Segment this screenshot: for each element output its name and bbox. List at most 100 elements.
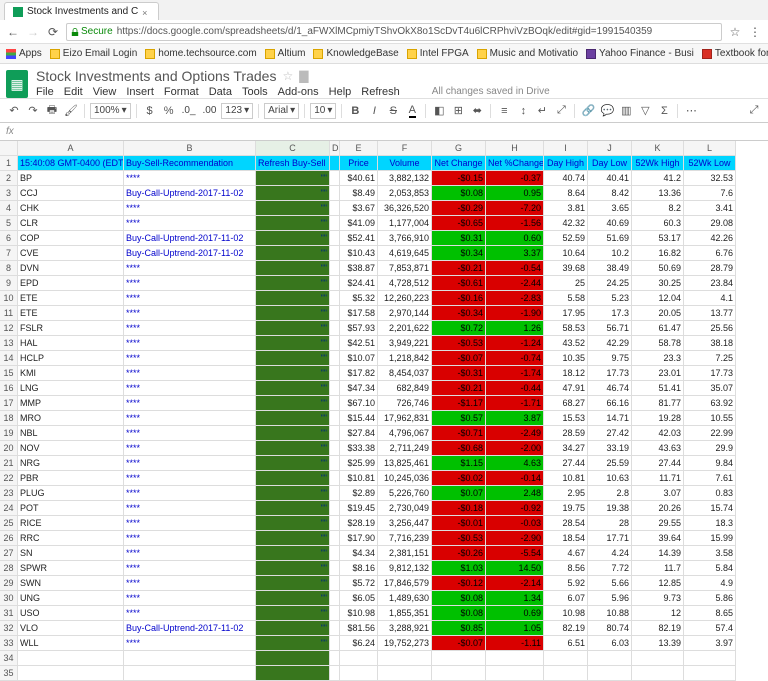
day-low-cell[interactable]: 10.2 <box>588 246 632 261</box>
empty-cell[interactable] <box>124 651 256 666</box>
price-cell[interactable]: $52.41 <box>340 231 378 246</box>
volume-cell[interactable]: 36,326,520 <box>378 201 432 216</box>
recommendation-cell[interactable]: **** <box>124 216 256 231</box>
symbol-cell[interactable]: HCLP <box>18 351 124 366</box>
day-low-cell[interactable]: 6.03 <box>588 636 632 651</box>
week52-low-cell[interactable]: 0.83 <box>684 486 736 501</box>
net-change-cell[interactable]: -$0.15 <box>432 171 486 186</box>
net-change-cell[interactable]: $0.57 <box>432 411 486 426</box>
star-document-icon[interactable]: ☆ <box>282 69 293 83</box>
row-header[interactable]: 20 <box>0 441 18 456</box>
symbol-cell[interactable]: MRO <box>18 411 124 426</box>
day-high-cell[interactable]: 25 <box>544 276 588 291</box>
wrap-icon[interactable]: ↵ <box>534 103 550 119</box>
price-cell[interactable]: $19.45 <box>340 501 378 516</box>
row-header[interactable]: 28 <box>0 561 18 576</box>
net-pct-change-cell[interactable]: 1.05 <box>486 621 544 636</box>
row-header[interactable]: 27 <box>0 546 18 561</box>
row-header[interactable]: 10 <box>0 291 18 306</box>
row-header[interactable]: 13 <box>0 336 18 351</box>
day-low-cell[interactable]: 7.72 <box>588 561 632 576</box>
day-high-cell[interactable]: 10.81 <box>544 471 588 486</box>
week52-low-cell[interactable]: 25.56 <box>684 321 736 336</box>
print-icon[interactable]: 🖶 <box>44 103 60 119</box>
row-header[interactable]: 16 <box>0 381 18 396</box>
net-pct-change-cell[interactable]: -2.00 <box>486 441 544 456</box>
net-pct-change-cell[interactable]: 0.69 <box>486 606 544 621</box>
price-cell[interactable]: $33.38 <box>340 441 378 456</box>
filter-icon[interactable]: ▽ <box>637 103 653 119</box>
day-low-cell[interactable]: 38.49 <box>588 261 632 276</box>
net-change-cell[interactable]: $1.03 <box>432 561 486 576</box>
week52-low-cell[interactable]: 32.53 <box>684 171 736 186</box>
day-low-cell[interactable]: 33.19 <box>588 441 632 456</box>
net-change-cell[interactable]: $0.08 <box>432 606 486 621</box>
week52-high-cell[interactable]: 14.39 <box>632 546 684 561</box>
week52-low-cell[interactable]: 3.41 <box>684 201 736 216</box>
net-pct-change-cell[interactable]: -0.54 <box>486 261 544 276</box>
fill-color-icon[interactable]: ◧ <box>431 103 447 119</box>
buy-sell-cell[interactable]: "" <box>256 276 330 291</box>
empty-cell[interactable] <box>256 651 330 666</box>
week52-low-cell[interactable]: 29.9 <box>684 441 736 456</box>
apps-button[interactable]: Apps <box>6 48 42 59</box>
column-header[interactable]: H <box>486 141 544 156</box>
price-cell[interactable]: $67.10 <box>340 396 378 411</box>
volume-cell[interactable]: 4,796,067 <box>378 426 432 441</box>
buy-sell-cell[interactable]: "" <box>256 291 330 306</box>
recommendation-cell[interactable]: **** <box>124 276 256 291</box>
net-pct-change-cell[interactable]: -1.90 <box>486 306 544 321</box>
buy-sell-cell[interactable]: "" <box>256 186 330 201</box>
column-header[interactable]: D <box>330 141 340 156</box>
buy-sell-cell[interactable]: "" <box>256 606 330 621</box>
empty-cell[interactable] <box>256 666 330 681</box>
buy-sell-cell[interactable]: "" <box>256 351 330 366</box>
strike-icon[interactable]: S <box>385 103 401 119</box>
symbol-cell[interactable]: CVE <box>18 246 124 261</box>
buy-sell-cell[interactable]: "" <box>256 246 330 261</box>
week52-low-cell[interactable]: 7.25 <box>684 351 736 366</box>
buy-sell-cell[interactable]: "" <box>256 381 330 396</box>
net-change-cell[interactable]: -$0.16 <box>432 291 486 306</box>
symbol-cell[interactable]: CHK <box>18 201 124 216</box>
expand-icon[interactable]: ⤢ <box>746 103 762 119</box>
net-pct-change-cell[interactable]: -0.44 <box>486 381 544 396</box>
day-high-cell[interactable]: 58.53 <box>544 321 588 336</box>
week52-low-cell[interactable]: 4.1 <box>684 291 736 306</box>
buy-sell-cell[interactable]: "" <box>256 546 330 561</box>
buy-sell-cell[interactable]: "" <box>256 366 330 381</box>
net-change-cell[interactable]: -$0.31 <box>432 366 486 381</box>
day-low-cell[interactable]: 10.63 <box>588 471 632 486</box>
net-change-cell[interactable]: -$0.18 <box>432 501 486 516</box>
symbol-cell[interactable]: VLO <box>18 621 124 636</box>
week52-high-cell[interactable]: 20.05 <box>632 306 684 321</box>
day-low-cell[interactable]: 56.71 <box>588 321 632 336</box>
week52-high-cell[interactable]: 53.17 <box>632 231 684 246</box>
net-pct-change-cell[interactable]: 3.87 <box>486 411 544 426</box>
buy-sell-cell[interactable]: "" <box>256 231 330 246</box>
buy-sell-cell[interactable]: "" <box>256 576 330 591</box>
week52-high-cell[interactable]: 82.19 <box>632 621 684 636</box>
volume-cell[interactable]: 12,260,223 <box>378 291 432 306</box>
volume-cell[interactable]: 17,846,579 <box>378 576 432 591</box>
symbol-cell[interactable]: LNG <box>18 381 124 396</box>
volume-cell[interactable]: 1,218,842 <box>378 351 432 366</box>
volume-cell[interactable]: 3,288,921 <box>378 621 432 636</box>
buy-sell-cell[interactable]: "" <box>256 486 330 501</box>
price-cell[interactable]: $3.67 <box>340 201 378 216</box>
row-header[interactable]: 23 <box>0 486 18 501</box>
day-high-cell[interactable]: 28.59 <box>544 426 588 441</box>
day-low-cell[interactable]: 28 <box>588 516 632 531</box>
net-change-cell[interactable]: -$0.07 <box>432 351 486 366</box>
symbol-cell[interactable]: UNG <box>18 591 124 606</box>
day-low-cell[interactable]: 17.3 <box>588 306 632 321</box>
symbol-cell[interactable]: USO <box>18 606 124 621</box>
symbol-cell[interactable]: HAL <box>18 336 124 351</box>
empty-cell[interactable] <box>588 666 632 681</box>
buy-sell-cell[interactable]: "" <box>256 201 330 216</box>
recommendation-cell[interactable]: **** <box>124 291 256 306</box>
row-header[interactable]: 3 <box>0 186 18 201</box>
bookmark-item[interactable]: Music and Motivatio <box>477 48 578 59</box>
row-header[interactable]: 17 <box>0 396 18 411</box>
buy-sell-cell[interactable]: "" <box>256 456 330 471</box>
